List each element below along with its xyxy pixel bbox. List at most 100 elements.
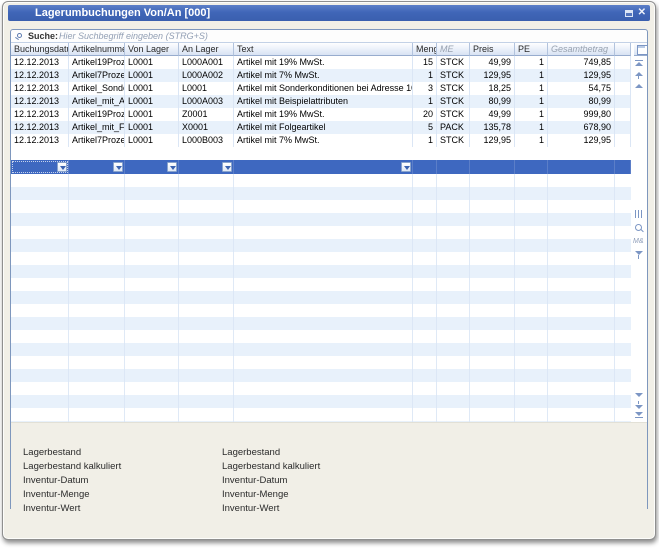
entry-cell-pe[interactable] (515, 160, 548, 174)
cell-preis[interactable]: 129,95 (470, 69, 515, 82)
column-header-preis[interactable]: Preis (470, 43, 515, 56)
cell-me[interactable]: STCK (437, 134, 470, 147)
format-icon[interactable]: M& (633, 237, 643, 247)
cell-preis[interactable]: 49,99 (470, 108, 515, 121)
cell-filler[interactable] (615, 134, 631, 147)
table-row[interactable]: 12.12.2013Artikel_mit_FolL0001X0001Artik… (11, 121, 631, 134)
cell-artikelnummer[interactable]: Artikel_mit_Fol (69, 121, 125, 134)
dropdown-button-artikelnummer[interactable] (113, 162, 123, 172)
cell-von_lager[interactable]: L0001 (125, 108, 179, 121)
cell-filler[interactable] (615, 56, 631, 69)
cell-pe[interactable]: 1 (515, 121, 548, 134)
entry-cell-menge[interactable] (413, 160, 437, 174)
cell-an_lager[interactable]: L000B003 (179, 134, 234, 147)
dropdown-button-text[interactable] (401, 162, 411, 172)
cell-text[interactable]: Artikel mit 7% MwSt. (234, 69, 413, 82)
cell-text[interactable]: Artikel mit 19% MwSt. (234, 108, 413, 121)
table-row[interactable]: 12.12.2013Artikel7ProzentL0001L000A002Ar… (11, 69, 631, 82)
scroll-page-down-icon[interactable] (634, 400, 644, 410)
titlebar[interactable]: Lagerumbuchungen Von/An [000] ✕ (8, 5, 650, 21)
cell-menge[interactable]: 1 (413, 134, 437, 147)
cell-me[interactable]: PACK (437, 121, 470, 134)
scroll-bottom-icon[interactable] (634, 410, 644, 420)
dropdown-button-buchungsdatum[interactable] (57, 162, 67, 172)
cell-preis[interactable]: 49,99 (470, 56, 515, 69)
column-header-artikelnummer[interactable]: Artikelnummer (69, 43, 125, 56)
cell-an_lager[interactable]: Z0001 (179, 108, 234, 121)
cell-filler[interactable] (615, 121, 631, 134)
cell-buchungsdatum[interactable]: 12.12.2013 (11, 134, 69, 147)
cell-von_lager[interactable]: L0001 (125, 121, 179, 134)
table-row[interactable]: 12.12.2013Artikel7ProzentL0001L000B003Ar… (11, 134, 631, 147)
zoom-icon[interactable] (634, 224, 644, 234)
column-header-pe[interactable]: PE (515, 43, 548, 56)
cell-buchungsdatum[interactable]: 12.12.2013 (11, 56, 69, 69)
cell-von_lager[interactable]: L0001 (125, 134, 179, 147)
cell-gesamtbetrag[interactable]: 999,80 (548, 108, 615, 121)
cell-gesamtbetrag[interactable]: 129,95 (548, 134, 615, 147)
cell-text[interactable]: Artikel mit 7% MwSt. (234, 134, 413, 147)
cell-an_lager[interactable]: L0001 (179, 82, 234, 95)
cell-gesamtbetrag[interactable]: 129,95 (548, 69, 615, 82)
entry-cell-artikelnummer[interactable] (69, 160, 125, 174)
cell-buchungsdatum[interactable]: 12.12.2013 (11, 69, 69, 82)
cell-an_lager[interactable]: L000A002 (179, 69, 234, 82)
column-header-me[interactable]: ME (437, 43, 470, 56)
close-icon[interactable]: ✕ (638, 5, 646, 21)
entry-cell-an_lager[interactable] (179, 160, 234, 174)
column-header-an_lager[interactable]: An Lager (179, 43, 234, 56)
cell-an_lager[interactable]: L000A003 (179, 95, 234, 108)
cell-me[interactable]: STCK (437, 69, 470, 82)
cell-an_lager[interactable]: L000A001 (179, 56, 234, 69)
cell-me[interactable]: STCK (437, 95, 470, 108)
cell-pe[interactable]: 1 (515, 95, 548, 108)
column-header-gesamtbetrag[interactable]: Gesamtbetrag (548, 43, 615, 56)
cell-text[interactable]: Artikel mit Beispielattributen (234, 95, 413, 108)
cell-preis[interactable]: 129,95 (470, 134, 515, 147)
cell-menge[interactable]: 1 (413, 95, 437, 108)
cell-filler[interactable] (615, 82, 631, 95)
column-chooser-icon[interactable] (634, 43, 647, 56)
table-row[interactable]: 12.12.2013Artikel_mit_AttL0001L000A003Ar… (11, 95, 631, 108)
cell-filler[interactable] (615, 95, 631, 108)
column-header-von_lager[interactable]: Von Lager (125, 43, 179, 56)
cell-artikelnummer[interactable]: Artikel7Prozent (69, 69, 125, 82)
entry-row[interactable] (11, 160, 631, 174)
cell-pe[interactable]: 1 (515, 108, 548, 121)
column-header-buchungsdatum[interactable]: Buchungsdatum (11, 43, 69, 56)
entry-cell-preis[interactable] (470, 160, 515, 174)
cell-filler[interactable] (615, 69, 631, 82)
cell-buchungsdatum[interactable]: 12.12.2013 (11, 95, 69, 108)
cell-von_lager[interactable]: L0001 (125, 82, 179, 95)
search-input[interactable]: Suche: Hier Suchbegriff eingeben (STRG+S… (11, 30, 647, 43)
entry-cell-gesamtbetrag[interactable] (548, 160, 615, 174)
cell-pe[interactable]: 1 (515, 56, 548, 69)
cell-buchungsdatum[interactable]: 12.12.2013 (11, 108, 69, 121)
cell-me[interactable]: STCK (437, 82, 470, 95)
cell-filler[interactable] (615, 108, 631, 121)
cell-buchungsdatum[interactable]: 12.12.2013 (11, 82, 69, 95)
cell-gesamtbetrag[interactable]: 80,99 (548, 95, 615, 108)
cell-artikelnummer[interactable]: Artikel7Prozent (69, 134, 125, 147)
cell-artikelnummer[interactable]: Artikel_mit_Att (69, 95, 125, 108)
cell-artikelnummer[interactable]: Artikel19Prozer (69, 108, 125, 121)
scroll-top-icon[interactable] (634, 60, 644, 70)
cell-von_lager[interactable]: L0001 (125, 95, 179, 108)
cell-text[interactable]: Artikel mit Sonderkonditionen bei Adress… (234, 82, 413, 95)
cell-gesamtbetrag[interactable]: 749,85 (548, 56, 615, 69)
cell-von_lager[interactable]: L0001 (125, 69, 179, 82)
column-header-menge[interactable]: Menge (413, 43, 437, 56)
table-row[interactable]: 12.12.2013Artikel19ProzerL0001L000A001Ar… (11, 56, 631, 69)
entry-cell-von_lager[interactable] (125, 160, 179, 174)
table-row[interactable]: 12.12.2013Artikel19ProzerL0001Z0001Artik… (11, 108, 631, 121)
cell-menge[interactable]: 3 (413, 82, 437, 95)
pin-columns-icon[interactable] (635, 210, 642, 218)
cell-menge[interactable]: 15 (413, 56, 437, 69)
cell-menge[interactable]: 20 (413, 108, 437, 121)
scroll-down-icon[interactable] (634, 390, 644, 400)
entry-cell-buchungsdatum[interactable] (11, 160, 69, 174)
cell-menge[interactable]: 5 (413, 121, 437, 134)
cell-preis[interactable]: 135,78 (470, 121, 515, 134)
dropdown-button-an_lager[interactable] (222, 162, 232, 172)
cell-von_lager[interactable]: L0001 (125, 56, 179, 69)
